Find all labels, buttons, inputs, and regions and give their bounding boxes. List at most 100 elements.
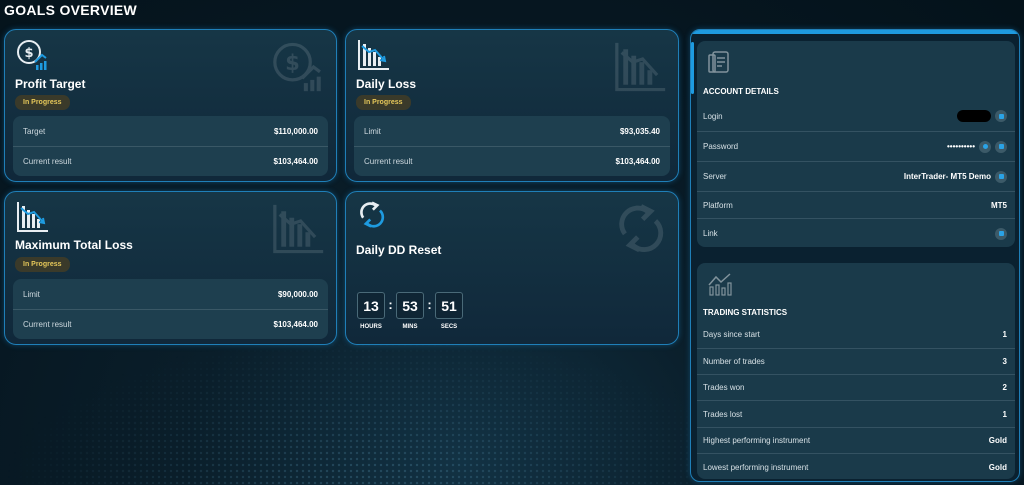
account-details-panel: ACCOUNT DETAILS Login Password •••••••••… [697,41,1015,247]
stat-value: 2 [1002,383,1007,392]
detail-value: $103,464.00 [615,157,661,166]
detail-label: Limit [364,126,381,136]
detail-row: Current result $103,464.00 [354,146,670,176]
trading-statistics-panel: TRADING STATISTICS Days since start 1 Nu… [697,263,1015,479]
stat-label: Highest performing instrument [703,436,811,445]
card-title: Daily Loss [356,77,417,91]
panel-title: TRADING STATISTICS [703,308,788,317]
stat-value: Gold [988,436,1007,445]
profit-target-card: $ $ Profit Target In Progress Target $11… [4,29,337,182]
card-details: Limit $93,035.40 Current result $103,464… [354,116,670,176]
stat-row: Lowest performing instrument Gold [697,453,1015,479]
seconds-label: SECS [440,324,458,330]
card-title: Profit Target [15,77,86,91]
detail-label: Limit [23,289,40,299]
platform-row: Platform MT5 [697,191,1015,218]
timer-separator: : [427,297,432,312]
account-details-list: Login Password •••••••••• Server InterTr… [697,101,1015,247]
stat-row: Days since start 1 [697,321,1015,348]
copy-server-button[interactable] [995,170,1007,183]
password-dots: •••••••••• [946,142,975,151]
copy-link-button[interactable] [995,227,1007,240]
panel-title: ACCOUNT DETAILS [703,87,779,96]
card-details: Limit $90,000.00 Current result $103,464… [13,279,328,339]
stat-row: Trades lost 1 [697,400,1015,427]
copy-icon [998,113,1004,119]
detail-value: $103,464.00 [273,157,319,166]
stat-label: Lowest performing instrument [703,462,809,472]
daily-dd-reset-card: Daily DD Reset 13 HOURS : 53 MINS : 51 S… [345,191,679,345]
eye-icon [982,144,988,149]
detail-label: Current result [23,320,72,329]
detail-value: $90,000.00 [277,289,318,299]
stat-row: Highest performing instrument Gold [697,427,1015,453]
platform-value: MT5 [991,200,1007,210]
detail-row: Current result $103,464.00 [13,309,328,339]
chart-down-icon [17,202,48,232]
link-label: Link [703,229,718,238]
sidebar-accent-bar [691,30,1019,34]
detail-row: Current result $103,464.00 [13,146,328,176]
copy-login-button[interactable] [995,110,1007,122]
detail-value: $110,000.00 [273,126,318,136]
minutes-label: MINS [402,324,418,330]
refresh-icon [360,201,385,228]
timer-hours: 13 HOURS [356,292,386,330]
detail-value: $93,035.40 [619,126,660,136]
server-value: InterTrader- MT5 Demo [904,170,1007,183]
account-sidebar: ACCOUNT DETAILS Login Password •••••••••… [690,29,1020,482]
background-dots [0,330,690,485]
stat-label: Number of trades [703,357,765,366]
status-badge: In Progress [356,95,411,110]
detail-row: Limit $93,035.40 [354,116,670,146]
stat-row: Trades won 2 [697,374,1015,400]
hours-value: 13 [357,292,385,319]
stat-label: Trades lost [703,409,743,419]
status-badge: In Progress [15,257,70,272]
countdown-timer: 13 HOURS : 53 MINS : 51 SECS [356,292,464,330]
login-masked-value [957,110,991,122]
maximum-total-loss-card: Maximum Total Loss In Progress Limit $90… [4,191,337,345]
server-row: Server InterTrader- MT5 Demo [697,161,1015,191]
show-password-button[interactable] [979,140,991,153]
chart-down-icon [273,204,324,254]
detail-label: Target [23,126,46,136]
server-label: Server [703,172,727,181]
stat-row: Number of trades 3 [697,348,1015,374]
copy-password-button[interactable] [995,140,1007,153]
sidebar-accent-line [691,42,694,94]
refresh-icon [619,204,664,253]
stat-value: 1 [1002,409,1007,419]
timer-separator: : [388,297,393,312]
detail-row: Limit $90,000.00 [13,279,328,309]
detail-row: Target $110,000.00 [13,116,328,146]
copy-icon [998,231,1004,236]
trading-statistics-list: Days since start 1 Number of trades 3 Tr… [697,321,1015,479]
document-icon [708,51,729,73]
detail-label: Current result [364,157,413,166]
login-value [957,110,1007,122]
login-row: Login [697,101,1015,131]
stat-value: 3 [1002,357,1007,366]
page-title: GOALS OVERVIEW [4,2,138,18]
status-badge: In Progress [15,95,70,110]
password-row: Password •••••••••• [697,131,1015,161]
bar-chart-icon [708,273,732,296]
link-value [995,227,1007,240]
link-row: Link [697,218,1015,247]
daily-loss-card: Daily Loss In Progress Limit $93,035.40 … [345,29,679,182]
chart-down-icon [358,40,389,70]
dollar-chart-icon: $ [17,40,47,70]
seconds-value: 51 [435,292,463,319]
hours-label: HOURS [360,324,382,330]
detail-value: $103,464.00 [273,320,319,329]
password-label: Password [703,142,739,151]
svg-text:$: $ [24,46,33,61]
card-details: Target $110,000.00 Current result $103,4… [13,116,328,176]
timer-minutes: 53 MINS [395,292,425,330]
svg-text:$: $ [285,51,300,75]
detail-label: Current result [23,157,72,166]
card-title: Daily DD Reset [356,243,442,257]
dollar-chart-icon: $ [273,42,321,92]
password-value: •••••••••• [946,140,1007,153]
